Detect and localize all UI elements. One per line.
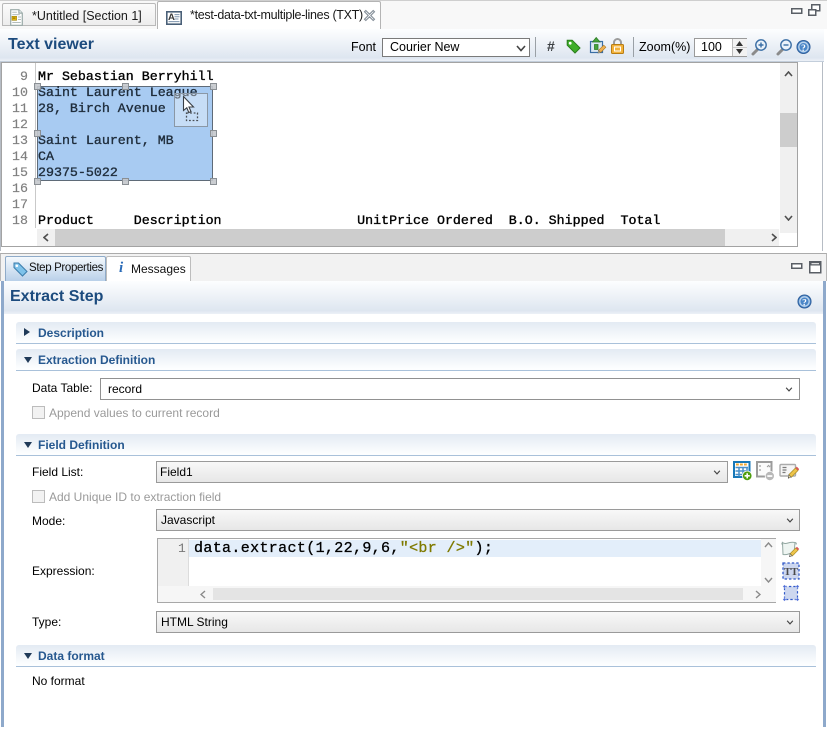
svg-text:?: ? — [802, 298, 807, 308]
svg-text:?: ? — [801, 44, 806, 54]
svg-text:TT: TT — [784, 567, 798, 578]
